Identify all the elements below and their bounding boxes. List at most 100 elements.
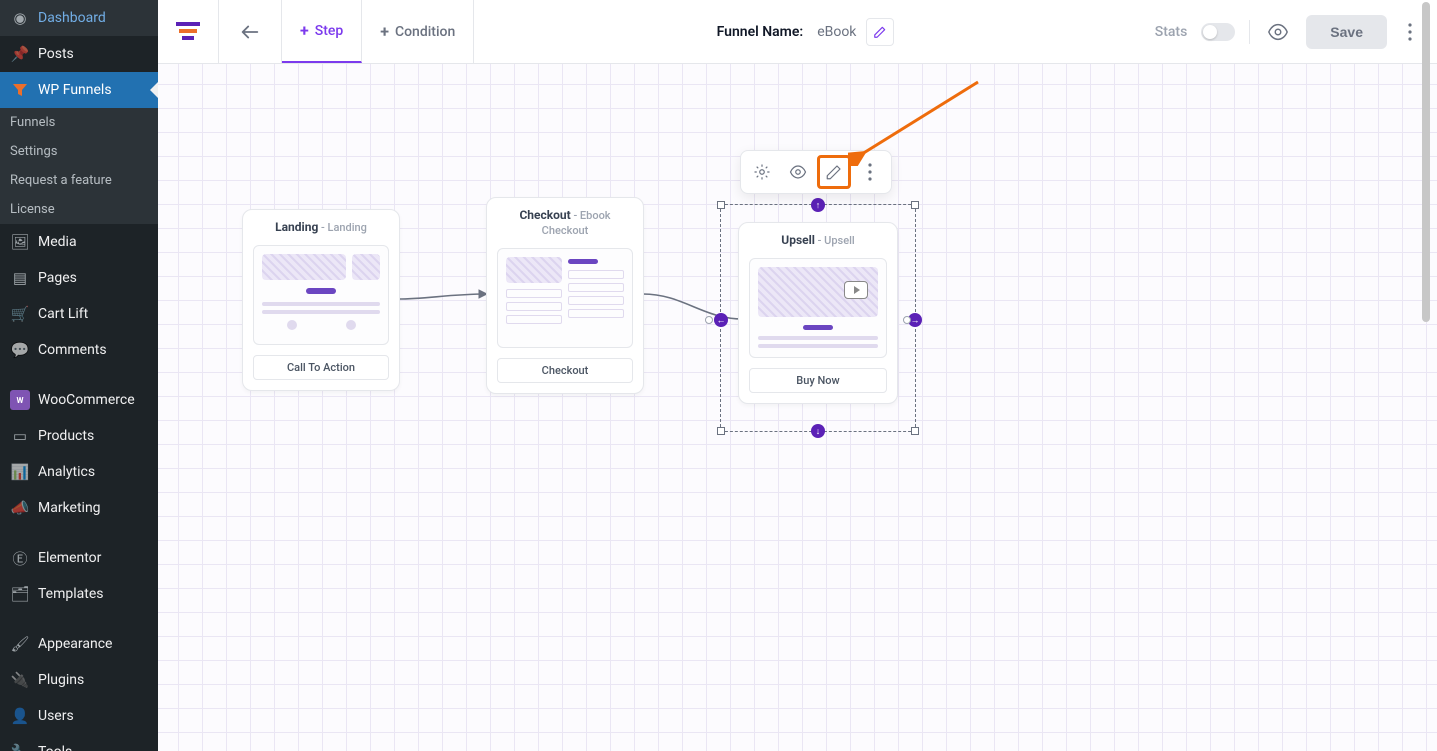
node-cta-button[interactable]: Call To Action [253, 355, 389, 380]
port-left-extra[interactable] [705, 316, 713, 324]
templates-icon: 🗂 [10, 584, 30, 604]
topbar: + Step + Condition Funnel Name: eBook St… [158, 0, 1437, 64]
tab-step[interactable]: + Step [282, 0, 362, 63]
sidebar-item-wp-funnels[interactable]: WP Funnels [0, 72, 158, 108]
marketing-icon: 📣 [10, 498, 30, 518]
stats-toggle[interactable] [1201, 23, 1235, 41]
tab-label: Condition [395, 24, 455, 40]
tab-label: Step [315, 23, 344, 39]
sidebar-item-label: Posts [38, 46, 74, 62]
cart-icon: 🛒 [10, 304, 30, 324]
resize-handle-se[interactable] [911, 427, 919, 435]
sidebar-item-plugins[interactable]: 🔌 Plugins [0, 662, 158, 698]
plus-icon: + [380, 22, 389, 41]
main-panel: + Step + Condition Funnel Name: eBook St… [158, 0, 1437, 751]
sidebar-item-label: Marketing [38, 500, 101, 516]
sidebar-item-woocommerce[interactable]: W WooCommerce [0, 382, 158, 418]
sidebar-item-media[interactable]: 🖼 Media [0, 224, 158, 260]
sidebar-item-marketing[interactable]: 📣 Marketing [0, 490, 158, 526]
back-button[interactable] [235, 17, 265, 47]
sidebar-item-tools[interactable]: 🔧 Tools [0, 734, 158, 751]
funnel-name-section: Funnel Name: eBook [474, 18, 1136, 46]
port-right-out[interactable]: → [908, 313, 922, 327]
sidebar-item-comments[interactable]: 💬 Comments [0, 332, 158, 368]
wpfunnels-logo-icon [174, 18, 202, 46]
sidebar-item-label: WP Funnels [38, 82, 112, 98]
funnel-name-value: eBook [817, 24, 856, 40]
node-preview [749, 258, 887, 358]
resize-handle-ne[interactable] [911, 201, 919, 209]
sidebar-sub-request-feature[interactable]: Request a feature [0, 166, 158, 195]
sidebar-item-label: Pages [38, 270, 77, 286]
eye-icon [1267, 21, 1289, 43]
node-upsell[interactable]: Upsell - Upsell Buy Now [738, 222, 898, 404]
divider [1249, 20, 1250, 44]
node-subtitle: - Upsell [815, 234, 855, 247]
node-toolbar [740, 150, 892, 194]
sidebar-item-templates[interactable]: 🗂 Templates [0, 576, 158, 612]
node-subtitle: - Landing [318, 221, 367, 234]
media-icon: 🖼 [10, 232, 30, 252]
node-more-button[interactable] [853, 155, 887, 189]
save-button[interactable]: Save [1306, 15, 1387, 49]
kebab-icon [1408, 23, 1412, 41]
dashboard-icon: ◉ [10, 8, 30, 28]
sidebar-item-dashboard[interactable]: ◉ Dashboard [0, 0, 158, 36]
sidebar-sub-funnels[interactable]: Funnels [0, 108, 158, 137]
resize-handle-sw[interactable] [717, 427, 725, 435]
sidebar-sub-settings[interactable]: Settings [0, 137, 158, 166]
stats-label: Stats [1155, 24, 1188, 40]
sidebar-submenu: Funnels Settings Request a feature Licen… [0, 108, 158, 224]
elementor-icon: Ⓔ [10, 548, 30, 568]
sidebar-item-label: Elementor [38, 550, 101, 566]
node-cta-button[interactable]: Buy Now [749, 368, 887, 393]
sidebar-item-pages[interactable]: ▤ Pages [0, 260, 158, 296]
page-icon: ▤ [10, 268, 30, 288]
sidebar-item-label: Dashboard [38, 10, 106, 26]
node-edit-button[interactable] [817, 155, 851, 189]
comment-icon: 💬 [10, 340, 30, 360]
sidebar-item-cart-lift[interactable]: 🛒 Cart Lift [0, 296, 158, 332]
pencil-icon [873, 25, 887, 39]
edit-funnel-name-button[interactable] [866, 18, 894, 46]
preview-button[interactable] [1264, 18, 1292, 46]
sidebar-item-users[interactable]: 👤 Users [0, 698, 158, 734]
scrollbar-thumb[interactable] [1422, 2, 1430, 322]
node-checkout[interactable]: Checkout - Ebook Checkout Checkout [486, 197, 644, 394]
pencil-icon [825, 163, 843, 181]
node-header: Checkout - Ebook Checkout [487, 198, 643, 248]
connector-checkout-upsell [643, 289, 753, 329]
vertical-scrollbar[interactable] [1419, 0, 1433, 751]
port-bottom[interactable]: ↓ [811, 424, 825, 438]
sidebar-item-products[interactable]: ▭ Products [0, 418, 158, 454]
gear-icon [753, 163, 771, 181]
port-top[interactable]: ↑ [811, 198, 825, 212]
resize-handle-nw[interactable] [717, 201, 725, 209]
analytics-icon: 📊 [10, 462, 30, 482]
tools-icon: 🔧 [10, 742, 30, 751]
sidebar-item-label: Cart Lift [38, 306, 88, 322]
woo-icon: W [10, 390, 30, 410]
tab-condition[interactable]: + Condition [362, 0, 474, 63]
sidebar-item-label: Analytics [38, 464, 95, 480]
funnel-icon [10, 80, 30, 100]
node-landing[interactable]: Landing - Landing Call To Action [242, 209, 400, 391]
plus-icon: + [300, 21, 309, 40]
node-title: Upsell [781, 233, 815, 247]
sidebar-item-posts[interactable]: 📌 Posts [0, 36, 158, 72]
sidebar-sub-license[interactable]: License [0, 195, 158, 224]
node-preview [497, 248, 633, 348]
sidebar-item-appearance[interactable]: 🖌 Appearance [0, 626, 158, 662]
topbar-right: Stats Save [1137, 15, 1437, 49]
node-cta-button[interactable]: Checkout [497, 358, 633, 383]
sidebar-item-analytics[interactable]: 📊 Analytics [0, 454, 158, 490]
node-settings-button[interactable] [745, 155, 779, 189]
more-menu-button[interactable] [1401, 18, 1419, 46]
wp-admin-sidebar: ◉ Dashboard 📌 Posts WP Funnels Funnels S… [0, 0, 158, 751]
plugins-icon: 🔌 [10, 670, 30, 690]
funnel-canvas[interactable]: Landing - Landing Call To Action Checkou… [158, 64, 1437, 751]
node-preview-button[interactable] [781, 155, 815, 189]
port-right-extra[interactable] [903, 316, 911, 324]
sidebar-item-elementor[interactable]: Ⓔ Elementor [0, 540, 158, 576]
port-left-in[interactable]: ← [714, 313, 728, 327]
